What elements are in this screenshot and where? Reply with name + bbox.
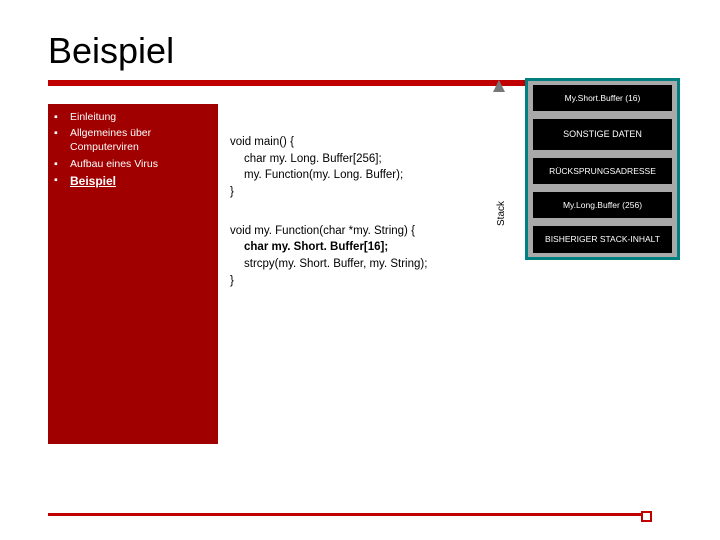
code-line: my. Function(my. Long. Buffer);	[230, 167, 489, 184]
code-area: void main() { char my. Long. Buffer[256]…	[218, 104, 493, 311]
bullet-icon: ▪	[54, 157, 64, 171]
bullet-icon: ▪	[54, 110, 64, 124]
nav-item: ▪ Allgemeines über Computerviren	[54, 126, 212, 154]
code-line: char my. Short. Buffer[16];	[230, 239, 489, 256]
code-line: }	[230, 186, 234, 198]
nav-item: ▪ Aufbau eines Virus	[54, 157, 212, 171]
nav-item-label: Allgemeines über Computerviren	[70, 127, 151, 153]
stack-box: SONSTIGE DATEN	[533, 119, 672, 150]
nav-sidebar: ▪ Einleitung ▪ Allgemeines über Computer…	[48, 104, 218, 444]
stack-diagram: My.Short.Buffer (16) SONSTIGE DATEN RÜCK…	[525, 78, 680, 260]
code-block-main: void main() { char my. Long. Buffer[256]…	[230, 134, 489, 201]
stack-box: BISHERIGER STACK-INHALT	[533, 226, 672, 252]
stack-axis-label: Stack	[496, 201, 507, 226]
nav-item: ▪ Einleitung	[54, 110, 212, 124]
code-line: }	[230, 275, 234, 287]
stack-box: My.Long.Buffer (256)	[533, 192, 672, 218]
code-line: char my. Long. Buffer[256];	[230, 151, 489, 168]
stack-box: My.Short.Buffer (16)	[533, 85, 672, 111]
code-line: strcpy(my. Short. Buffer, my. String);	[230, 256, 489, 273]
stack-box: RÜCKSPRUNGSADRESSE	[533, 158, 672, 184]
nav-item-active: ▪ Beispiel	[54, 173, 212, 189]
nav-item-label: Einleitung	[70, 111, 116, 123]
code-line: void my. Function(char *my. String) {	[230, 225, 415, 237]
arrow-head-icon	[493, 80, 505, 92]
slide-title: Beispiel	[48, 30, 680, 72]
bullet-icon: ▪	[54, 126, 64, 140]
nav-item-label: Beispiel	[70, 174, 116, 188]
footer-square-icon	[641, 511, 652, 522]
nav-item-label: Aufbau eines Virus	[70, 158, 158, 170]
footer-rule	[48, 513, 646, 516]
code-block-func: void my. Function(char *my. String) { ch…	[230, 223, 489, 290]
bullet-icon: ▪	[54, 173, 64, 187]
stack-arrow	[493, 78, 505, 92]
code-line: void main() {	[230, 136, 294, 148]
